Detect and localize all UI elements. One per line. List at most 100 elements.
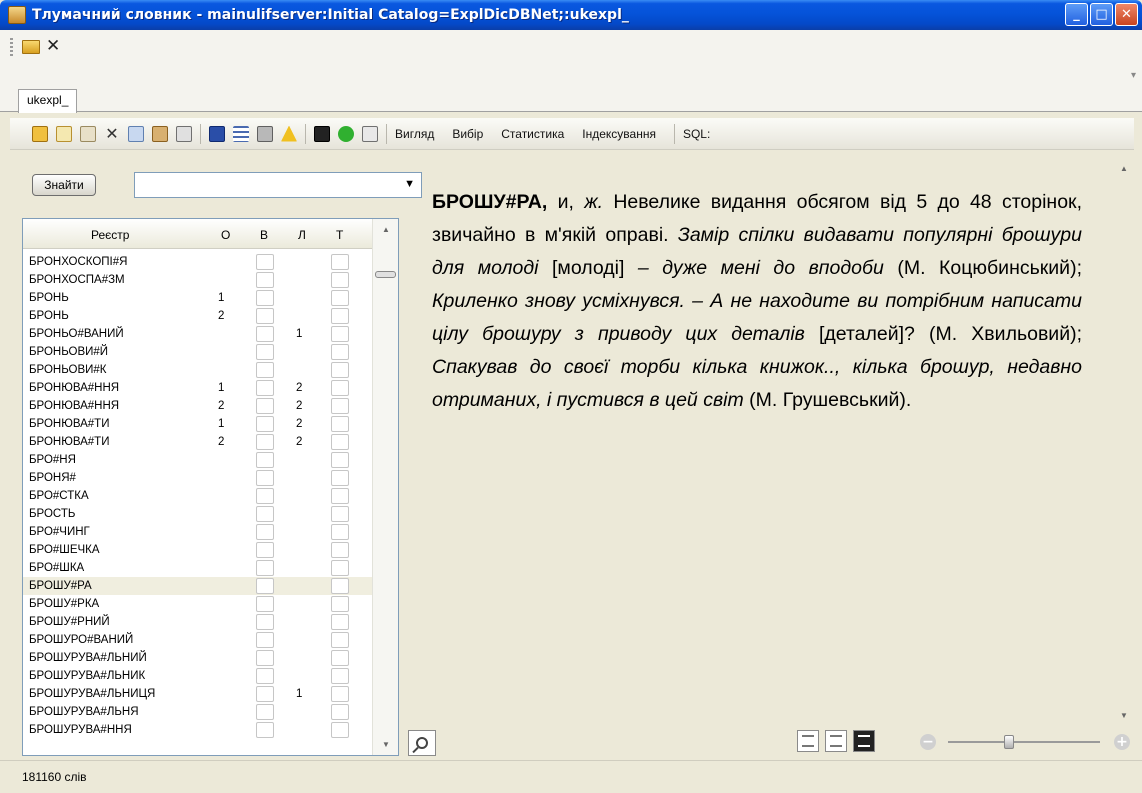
edit-icon[interactable] bbox=[56, 125, 72, 142]
b-checkbox[interactable] bbox=[256, 722, 274, 738]
table-row[interactable]: БРОШУРУВА#ЛЬНИК bbox=[23, 667, 373, 685]
zoom-out-icon[interactable]: − bbox=[920, 734, 936, 750]
table-row[interactable]: БРОШУРУВА#ННЯ bbox=[23, 721, 373, 739]
table-row[interactable]: БРОНЮВА#ТИ 2 2 bbox=[23, 433, 373, 451]
table-row[interactable]: БРОНЮВА#ТИ 1 2 bbox=[23, 415, 373, 433]
zoom-track[interactable] bbox=[948, 741, 1100, 743]
edit-alt-icon[interactable] bbox=[80, 125, 96, 142]
close-button[interactable]: ✕ bbox=[1115, 3, 1138, 26]
b-checkbox[interactable] bbox=[256, 254, 274, 270]
table-row[interactable]: БРОНЬО#ВАНИЙ 1 bbox=[23, 325, 373, 343]
table-row[interactable]: БРОНЬОВИ#Й bbox=[23, 343, 373, 361]
column-header-o[interactable]: О bbox=[221, 228, 230, 242]
paste-icon[interactable] bbox=[152, 125, 168, 142]
table-row[interactable]: БРОШУ#РА bbox=[23, 577, 373, 595]
t-checkbox[interactable] bbox=[331, 488, 349, 504]
print-icon[interactable] bbox=[257, 125, 273, 142]
t-checkbox[interactable] bbox=[331, 326, 349, 342]
b-checkbox[interactable] bbox=[256, 488, 274, 504]
b-checkbox[interactable] bbox=[256, 560, 274, 576]
warning-icon[interactable] bbox=[281, 125, 297, 142]
b-checkbox[interactable] bbox=[256, 398, 274, 414]
scroll-down-icon[interactable]: ▼ bbox=[1120, 711, 1128, 720]
t-checkbox[interactable] bbox=[331, 380, 349, 396]
b-checkbox[interactable] bbox=[256, 470, 274, 486]
b-checkbox[interactable] bbox=[256, 542, 274, 558]
t-checkbox[interactable] bbox=[331, 722, 349, 738]
table-row[interactable]: БРОНЮВА#ННЯ 1 2 bbox=[23, 379, 373, 397]
table-row[interactable]: БРО#НЯ bbox=[23, 451, 373, 469]
b-checkbox[interactable] bbox=[256, 416, 274, 432]
clipboard-icon[interactable] bbox=[176, 125, 192, 142]
t-checkbox[interactable] bbox=[331, 668, 349, 684]
table-row[interactable]: БРОНЬ 1 bbox=[23, 289, 373, 307]
table-row[interactable]: БРОНЮВА#ННЯ 2 2 bbox=[23, 397, 373, 415]
t-checkbox[interactable] bbox=[331, 524, 349, 540]
table-row[interactable]: БРОНЬОВИ#К bbox=[23, 361, 373, 379]
menu-statistics[interactable]: Статистика bbox=[501, 127, 564, 141]
b-checkbox[interactable] bbox=[256, 344, 274, 360]
scroll-up-icon[interactable]: ▲ bbox=[1120, 164, 1128, 173]
tab-ukexpl[interactable]: ukexpl_ bbox=[18, 89, 78, 113]
table-row[interactable]: БРОШУРУВА#ЛЬНИЦЯ 1 bbox=[23, 685, 373, 703]
b-checkbox[interactable] bbox=[256, 524, 274, 540]
zoom-in-icon[interactable]: + bbox=[1114, 734, 1130, 750]
delete-icon[interactable]: ✕ bbox=[104, 125, 120, 142]
t-checkbox[interactable] bbox=[331, 398, 349, 414]
t-checkbox[interactable] bbox=[331, 308, 349, 324]
b-checkbox[interactable] bbox=[256, 632, 274, 648]
b-checkbox[interactable] bbox=[256, 434, 274, 450]
b-checkbox[interactable] bbox=[256, 704, 274, 720]
magnifier-button[interactable] bbox=[408, 730, 436, 756]
b-checkbox[interactable] bbox=[256, 506, 274, 522]
table-row[interactable]: БРОШУРУВА#ЛЬНИЙ bbox=[23, 649, 373, 667]
t-checkbox[interactable] bbox=[331, 614, 349, 630]
open-folder-icon[interactable] bbox=[22, 39, 40, 54]
b-checkbox[interactable] bbox=[256, 650, 274, 666]
t-checkbox[interactable] bbox=[331, 578, 349, 594]
table-row[interactable]: БРО#ШЕЧКА bbox=[23, 541, 373, 559]
b-checkbox[interactable] bbox=[256, 668, 274, 684]
table-row[interactable]: БРОШУ#РНИЙ bbox=[23, 613, 373, 631]
t-checkbox[interactable] bbox=[331, 686, 349, 702]
article-scrollbar[interactable]: ▲ ▼ bbox=[1116, 164, 1134, 720]
t-checkbox[interactable] bbox=[331, 254, 349, 270]
find-button[interactable]: Знайти bbox=[32, 174, 96, 196]
scroll-thumb[interactable] bbox=[375, 271, 396, 278]
table-row[interactable]: БРО#ЧИНГ bbox=[23, 523, 373, 541]
table-row[interactable]: БРОНЬ 2 bbox=[23, 307, 373, 325]
t-checkbox[interactable] bbox=[331, 272, 349, 288]
menu-select[interactable]: Вибір bbox=[452, 127, 483, 141]
search-input[interactable] bbox=[139, 174, 399, 196]
table-row[interactable]: БРОШУРО#ВАНИЙ bbox=[23, 631, 373, 649]
table-row[interactable]: БРОШУ#РКА bbox=[23, 595, 373, 613]
table-row[interactable]: БРОНХОСКОПІ#Я bbox=[23, 253, 373, 271]
t-checkbox[interactable] bbox=[331, 362, 349, 378]
t-checkbox[interactable] bbox=[331, 596, 349, 612]
column-header-l[interactable]: Л bbox=[298, 228, 306, 242]
b-checkbox[interactable] bbox=[256, 452, 274, 468]
b-checkbox[interactable] bbox=[256, 380, 274, 396]
b-checkbox[interactable] bbox=[256, 290, 274, 306]
table-row[interactable]: БРОСТЬ bbox=[23, 505, 373, 523]
refresh-icon[interactable] bbox=[338, 125, 354, 142]
copy-icon[interactable] bbox=[128, 125, 144, 142]
table-row[interactable]: БРОНХОСПА#ЗМ bbox=[23, 271, 373, 289]
t-checkbox[interactable] bbox=[331, 452, 349, 468]
b-checkbox[interactable] bbox=[256, 308, 274, 324]
toolbar-grip-icon[interactable] bbox=[10, 38, 13, 56]
b-checkbox[interactable] bbox=[256, 326, 274, 342]
t-checkbox[interactable] bbox=[331, 560, 349, 576]
scroll-up-icon[interactable]: ▲ bbox=[382, 225, 390, 234]
t-checkbox[interactable] bbox=[331, 434, 349, 450]
table-row[interactable]: БРО#СТКА bbox=[23, 487, 373, 505]
t-checkbox[interactable] bbox=[331, 416, 349, 432]
new-entry-icon[interactable] bbox=[32, 125, 48, 142]
minimize-button[interactable]: _ bbox=[1065, 3, 1088, 26]
zoom-slider[interactable]: − + bbox=[920, 733, 1130, 751]
t-checkbox[interactable] bbox=[331, 704, 349, 720]
page-icon[interactable] bbox=[362, 125, 378, 142]
t-checkbox[interactable] bbox=[331, 290, 349, 306]
b-checkbox[interactable] bbox=[256, 596, 274, 612]
b-checkbox[interactable] bbox=[256, 686, 274, 702]
